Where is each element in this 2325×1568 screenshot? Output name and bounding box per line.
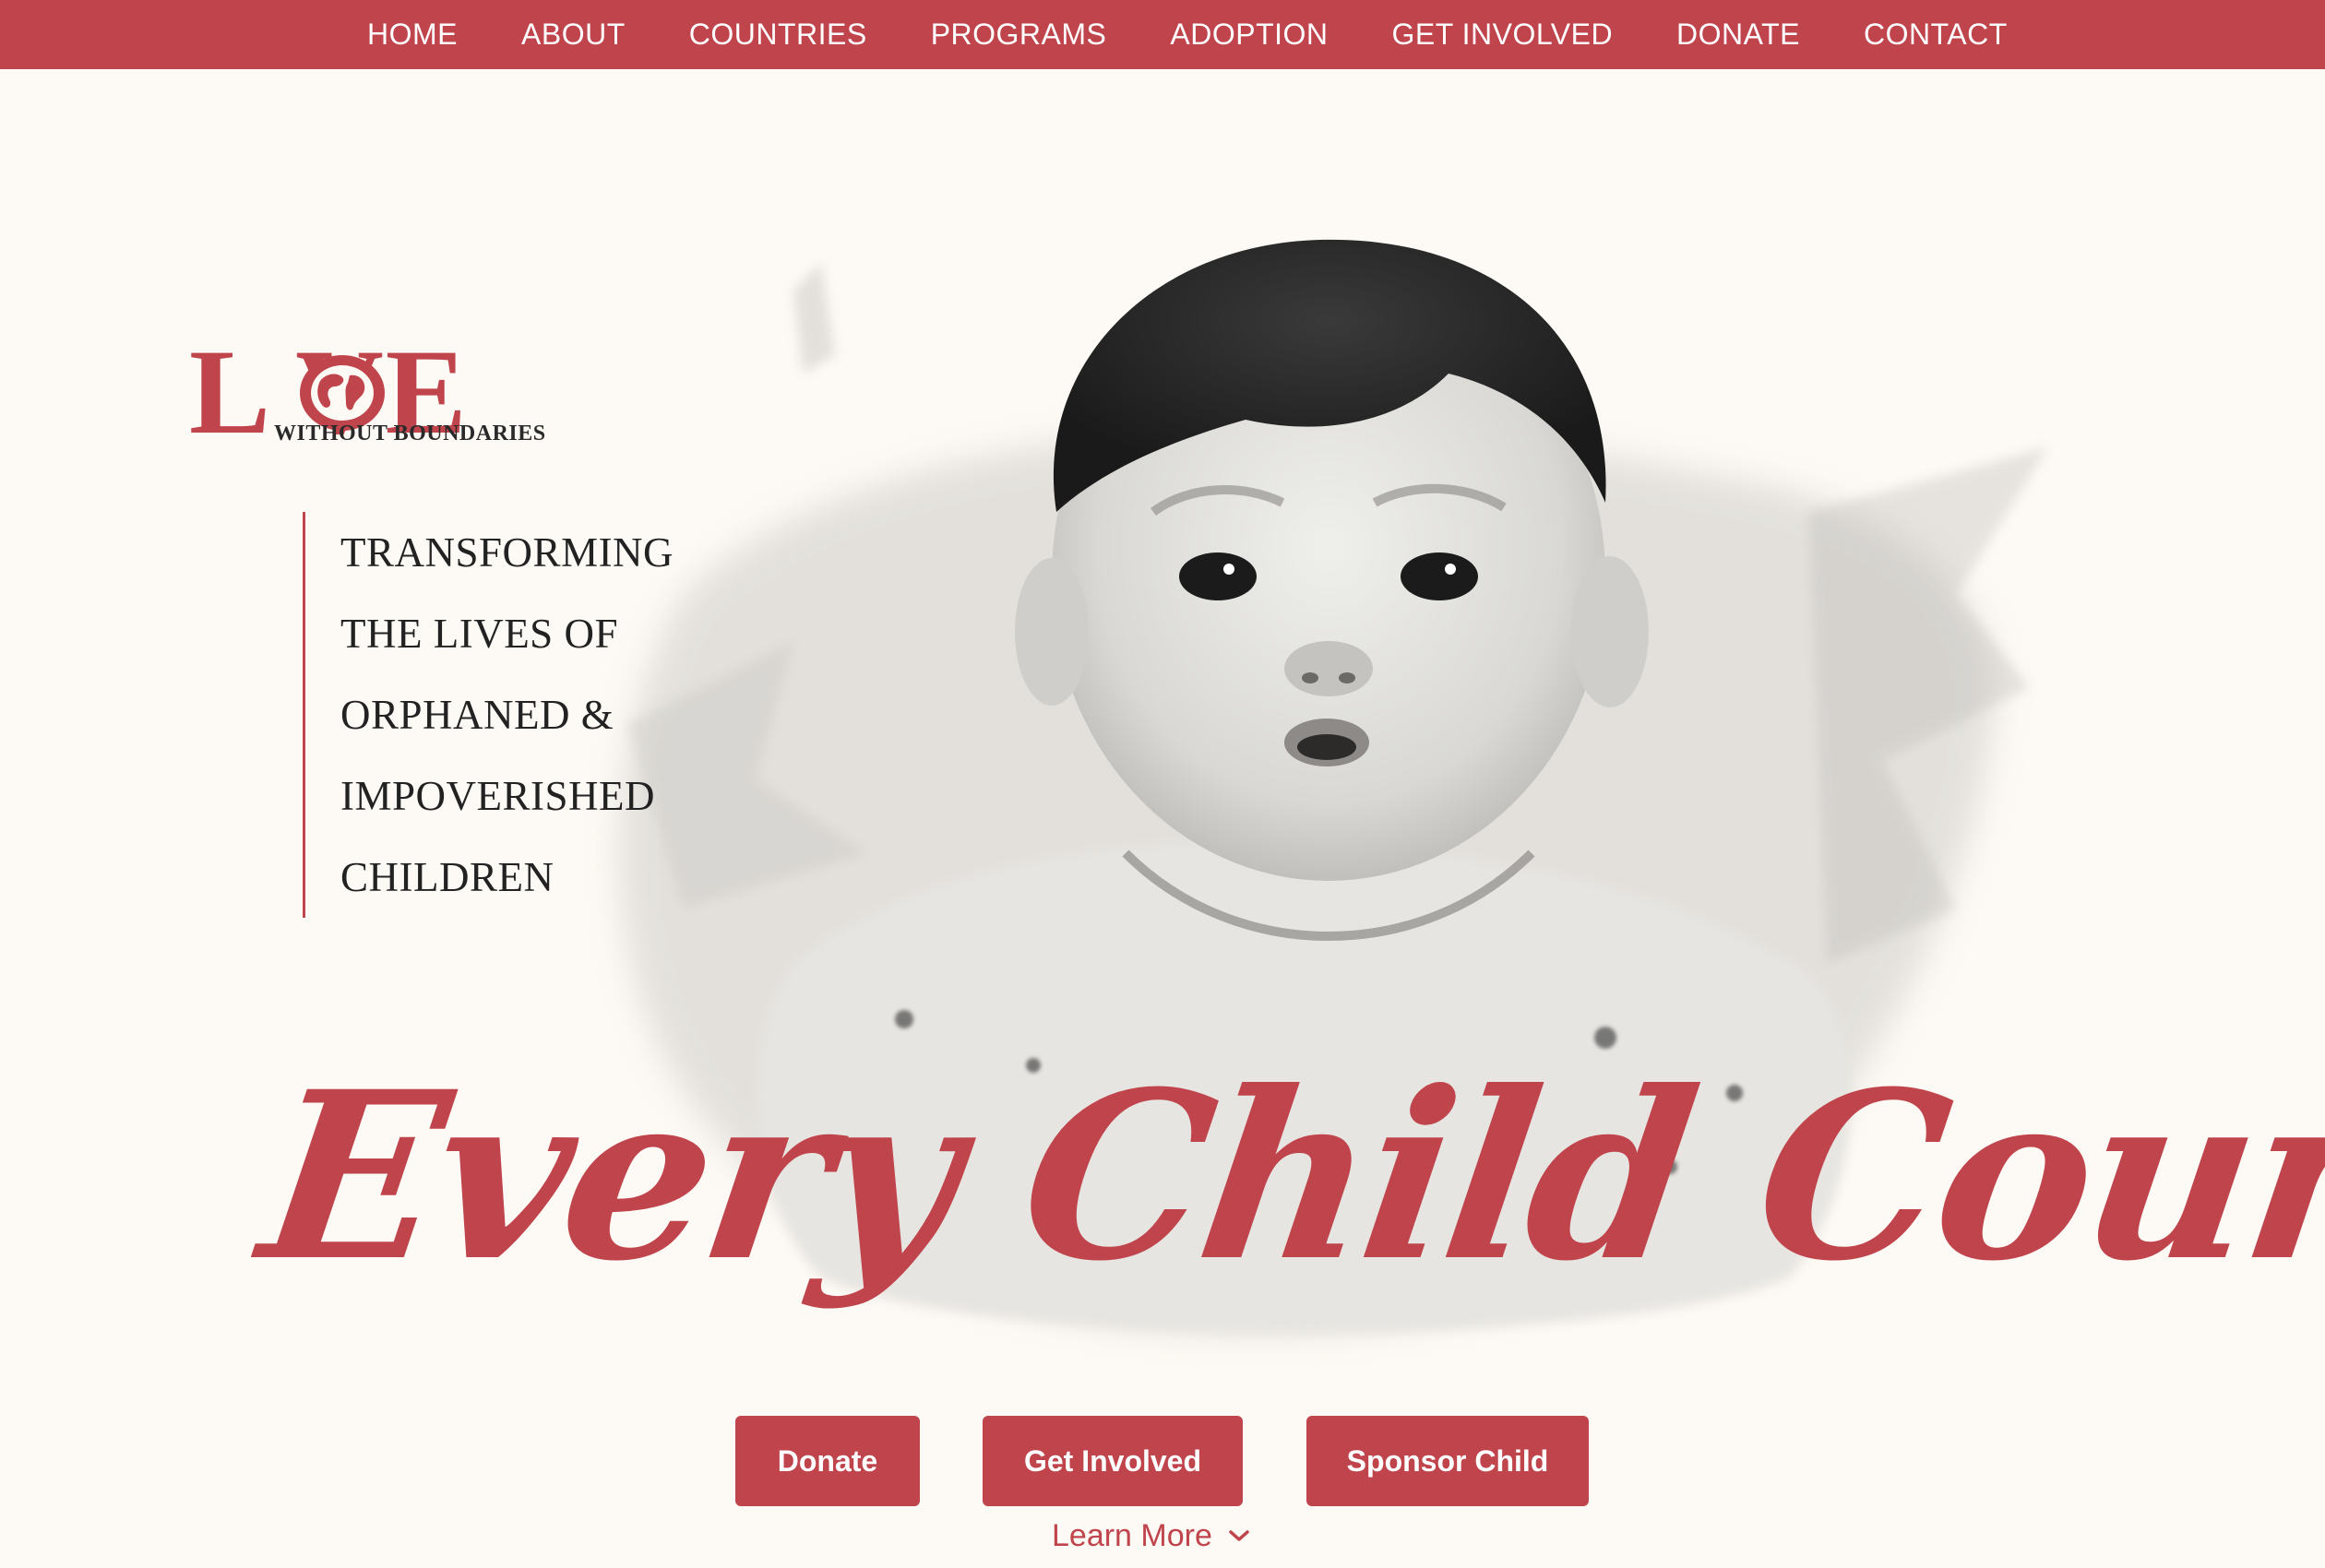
tagline-line: CHILDREN <box>340 854 554 900</box>
nav-item-adoption[interactable]: ADOPTION <box>1170 18 1328 52</box>
tagline-line: TRANSFORMING <box>340 529 674 576</box>
nav-item-home[interactable]: HOME <box>367 18 458 52</box>
tagline-line: IMPOVERISHED <box>340 773 656 819</box>
nav-item-get-involved[interactable]: GET INVOLVED <box>1392 18 1614 52</box>
tagline-line: ORPHANED & <box>340 692 614 738</box>
nav-menu: HOME ABOUT COUNTRIES PROGRAMS ADOPTION G… <box>367 0 2008 69</box>
tagline: TRANSFORMING THE LIVES OF ORPHANED & IMP… <box>303 512 728 918</box>
sponsor-child-button[interactable]: Sponsor Child <box>1306 1416 1589 1506</box>
learn-more-link[interactable]: Learn More <box>1052 1513 1251 1559</box>
nav-item-countries[interactable]: COUNTRIES <box>689 18 867 52</box>
tagline-line: THE LIVES OF <box>340 611 618 657</box>
hero-section: L VE WITHOUT BOUNDARIES TRANSFORMING THE… <box>0 69 2325 1568</box>
nav-item-donate[interactable]: DONATE <box>1676 18 1800 52</box>
nav-item-programs[interactable]: PROGRAMS <box>931 18 1107 52</box>
hero-headline: Every Child Counts <box>248 1040 2325 1312</box>
logo-subtitle: WITHOUT BOUNDARIES <box>274 422 546 445</box>
donate-button[interactable]: Donate <box>735 1416 920 1506</box>
brand-logo[interactable]: L VE WITHOUT BOUNDARIES <box>189 331 577 453</box>
nav-item-about[interactable]: ABOUT <box>521 18 626 52</box>
chevron-down-icon <box>1229 1530 1249 1541</box>
learn-more-label: Learn More <box>1052 1517 1212 1553</box>
get-involved-button[interactable]: Get Involved <box>983 1416 1243 1506</box>
nav-item-contact[interactable]: CONTACT <box>1864 18 2008 52</box>
top-navigation: HOME ABOUT COUNTRIES PROGRAMS ADOPTION G… <box>0 0 2325 69</box>
